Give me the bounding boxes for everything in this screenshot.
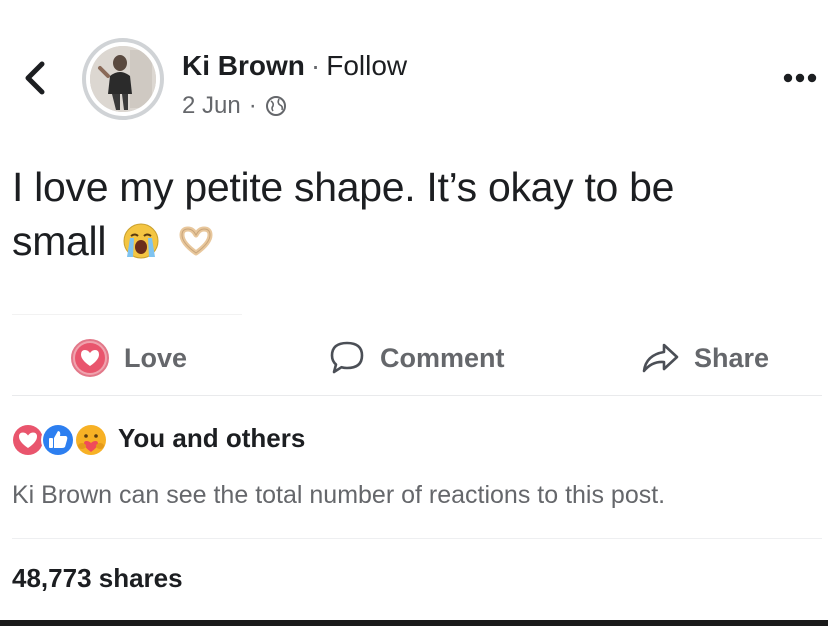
more-dots-icon xyxy=(783,73,817,83)
post-text-line-2: small xyxy=(12,214,812,268)
share-button[interactable]: Share xyxy=(640,330,769,386)
like-reaction-icon xyxy=(41,423,75,457)
bottom-edge xyxy=(0,620,828,626)
back-button[interactable] xyxy=(20,60,52,96)
comment-label: Comment xyxy=(380,342,505,373)
more-options-button[interactable] xyxy=(778,66,822,90)
action-bar: Love Comment Share xyxy=(0,330,828,386)
heart-hands-icon xyxy=(179,226,213,256)
loudly-crying-face-icon xyxy=(123,223,159,259)
post-meta: 2 Jun · xyxy=(182,90,287,122)
divider xyxy=(12,395,822,396)
reactions-summary-label: You and others xyxy=(118,422,306,453)
author-row: Ki Brown · Follow xyxy=(182,48,407,84)
globe-icon xyxy=(265,96,286,116)
reaction-icons xyxy=(10,418,114,458)
love-label: Love xyxy=(124,342,188,373)
separator-dot: · xyxy=(248,92,257,119)
separator-dot: · xyxy=(310,50,321,81)
care-reaction-icon xyxy=(74,423,108,457)
post-text: I love my petite shape. It’s okay to be … xyxy=(12,160,812,268)
avatar-photo xyxy=(90,46,156,112)
divider xyxy=(12,314,242,315)
reactions-privacy-note: Ki Brown can see the total number of rea… xyxy=(12,481,666,509)
author-name[interactable]: Ki Brown xyxy=(182,50,305,81)
comment-button[interactable]: Comment xyxy=(328,330,505,386)
chevron-left-icon xyxy=(25,61,45,95)
share-arrow-icon xyxy=(642,343,679,373)
avatar[interactable] xyxy=(82,38,164,120)
comment-icon xyxy=(330,341,364,374)
post-text-word: small xyxy=(12,218,107,264)
share-label: Share xyxy=(694,342,770,373)
reactions-summary[interactable]: You and others xyxy=(10,416,305,460)
post-date[interactable]: 2 Jun xyxy=(182,90,241,122)
post-text-line: I love my petite shape. It’s okay to be xyxy=(12,164,675,210)
divider xyxy=(12,538,822,539)
post-view: Ki Brown · Follow 2 Jun · I love my petite… xyxy=(0,0,828,626)
love-reaction-icon xyxy=(71,339,109,377)
shares-count[interactable]: 48,773 shares xyxy=(12,560,183,596)
follow-link[interactable]: Follow xyxy=(326,50,407,81)
love-button[interactable]: Love xyxy=(70,330,187,386)
